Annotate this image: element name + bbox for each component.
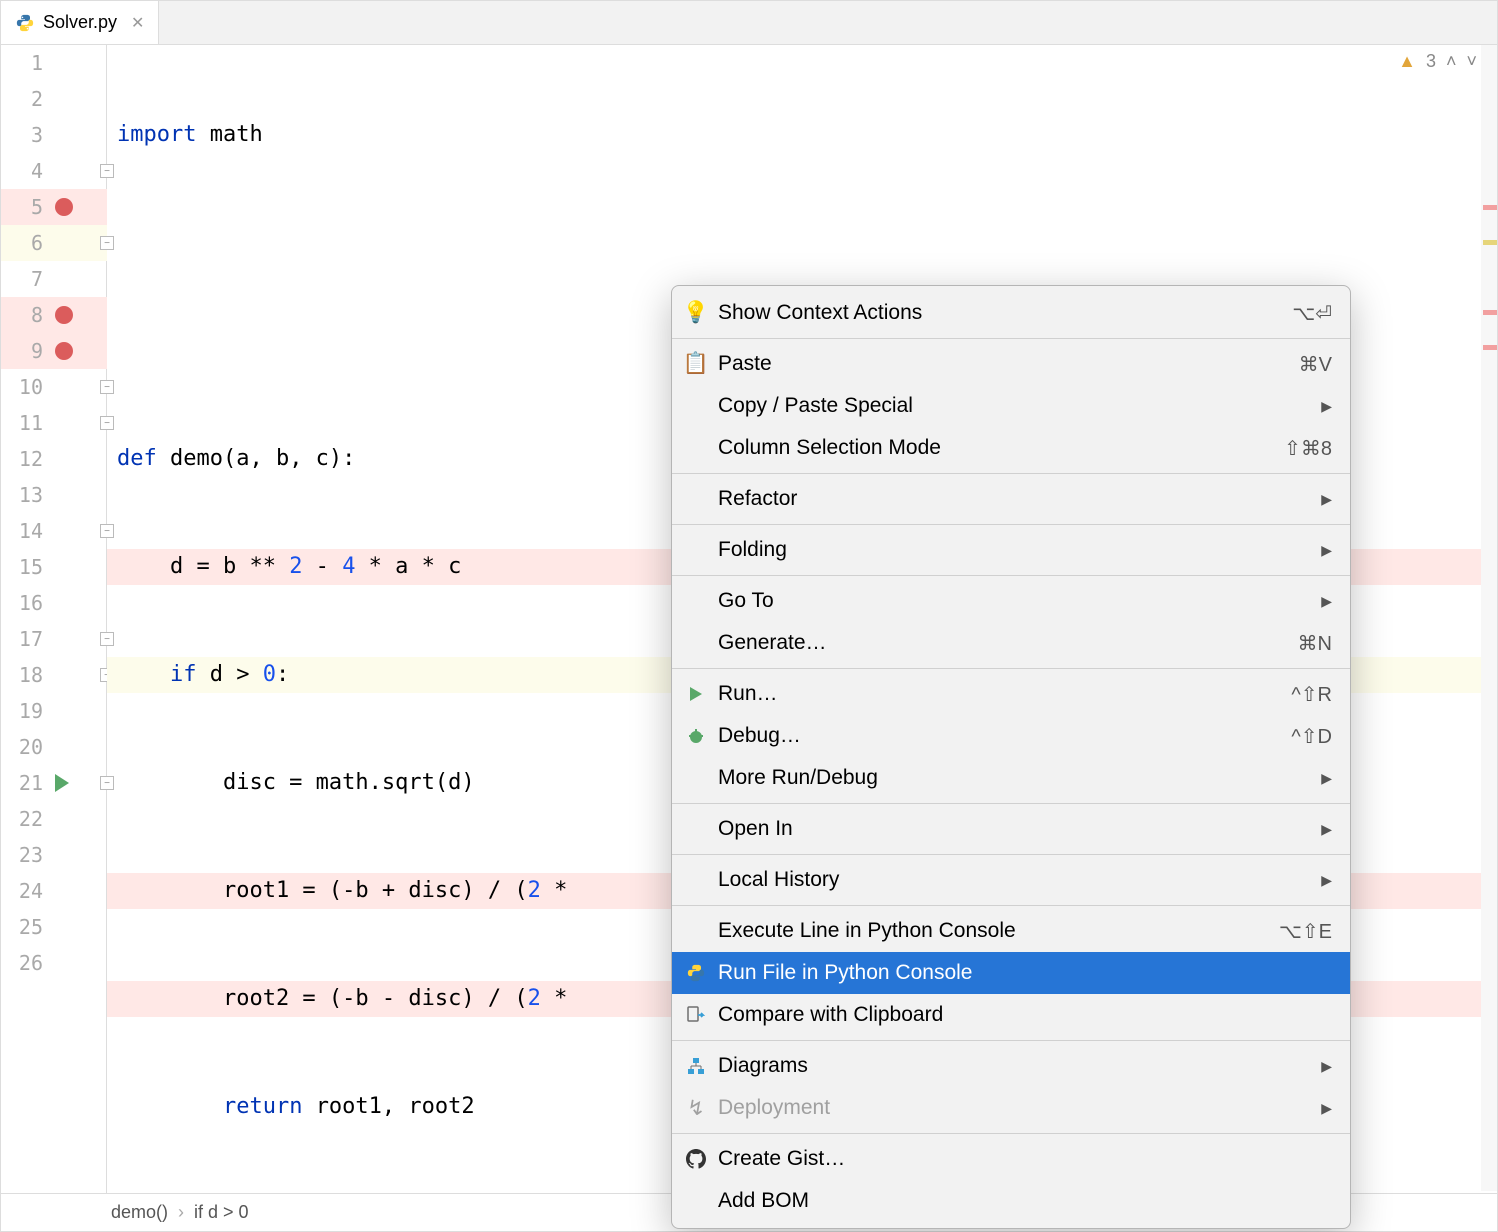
line-number: 1 [1, 51, 49, 75]
bulb-icon: 💡 [684, 301, 708, 325]
diff-icon [684, 1003, 708, 1027]
menu-column-selection[interactable]: Column Selection Mode ⇧⌘8 [672, 427, 1350, 469]
run-icon [684, 682, 708, 706]
menu-create-gist[interactable]: Create Gist… [672, 1138, 1350, 1180]
menu-separator [672, 854, 1350, 855]
menu-separator [672, 1040, 1350, 1041]
line-number: 18 [1, 663, 49, 687]
line-number: 11 [1, 411, 49, 435]
line-number: 6 [1, 231, 49, 255]
github-icon [684, 1147, 708, 1171]
scroll-error-mark[interactable] [1483, 345, 1497, 350]
menu-generate[interactable]: Generate… ⌘N [672, 622, 1350, 664]
line-number: 8 [1, 303, 49, 327]
menu-goto[interactable]: Go To ▶ [672, 580, 1350, 622]
line-number: 13 [1, 483, 49, 507]
line-number: 19 [1, 699, 49, 723]
line-number: 16 [1, 591, 49, 615]
scroll-error-mark[interactable] [1483, 310, 1497, 315]
chevron-up-icon[interactable]: ˄ [1446, 51, 1457, 72]
line-number: 12 [1, 447, 49, 471]
chevron-right-icon: › [178, 1202, 184, 1223]
submenu-arrow-icon: ▶ [1321, 398, 1332, 415]
submenu-arrow-icon: ▶ [1321, 542, 1332, 559]
menu-compare-clipboard[interactable]: Compare with Clipboard [672, 994, 1350, 1036]
scrollbar[interactable] [1481, 45, 1497, 1191]
python-file-icon [15, 13, 35, 33]
line-number: 5 [1, 195, 49, 219]
menu-open-in[interactable]: Open In ▶ [672, 808, 1350, 850]
line-number: 14 [1, 519, 49, 543]
line-number: 23 [1, 843, 49, 867]
menu-separator [672, 803, 1350, 804]
menu-separator [672, 668, 1350, 669]
breakpoint-icon[interactable] [55, 198, 73, 216]
line-number: 10 [1, 375, 49, 399]
menu-add-bom[interactable]: Add BOM [672, 1180, 1350, 1222]
menu-separator [672, 524, 1350, 525]
line-number: 21 [1, 771, 49, 795]
context-menu: 💡 Show Context Actions ⌥⏎ 📋 Paste ⌘V Cop… [671, 285, 1351, 1229]
scroll-error-mark[interactable] [1483, 205, 1497, 210]
menu-run[interactable]: Run… ^⇧R [672, 673, 1350, 715]
menu-separator [672, 473, 1350, 474]
line-number: 20 [1, 735, 49, 759]
deployment-icon: ↯ [684, 1096, 708, 1120]
menu-local-history[interactable]: Local History ▶ [672, 859, 1350, 901]
breakpoint-icon[interactable] [55, 342, 73, 360]
scroll-warning-mark[interactable] [1483, 240, 1497, 245]
line-number: 4 [1, 159, 49, 183]
menu-debug[interactable]: Debug… ^⇧D [672, 715, 1350, 757]
menu-execute-line[interactable]: Execute Line in Python Console ⌥⇧E [672, 910, 1350, 952]
line-number: 22 [1, 807, 49, 831]
submenu-arrow-icon: ▶ [1321, 491, 1332, 508]
run-gutter-icon[interactable] [55, 774, 69, 792]
submenu-arrow-icon: ▶ [1321, 821, 1332, 838]
chevron-down-icon[interactable]: ˅ [1466, 51, 1477, 72]
line-number: 26 [1, 951, 49, 975]
menu-paste[interactable]: 📋 Paste ⌘V [672, 343, 1350, 385]
gutter[interactable]: 1 2 3 4− 5 6− 7 8 9 10− 11− 12 13 14− 15… [1, 45, 107, 1193]
warning-icon: ▲ [1398, 51, 1416, 72]
submenu-arrow-icon: ▶ [1321, 1100, 1332, 1117]
clipboard-icon: 📋 [684, 352, 708, 376]
close-tab-icon[interactable]: ✕ [131, 13, 144, 33]
breadcrumb-item[interactable]: if d > 0 [194, 1202, 249, 1223]
submenu-arrow-icon: ▶ [1321, 872, 1332, 889]
breakpoint-icon[interactable] [55, 306, 73, 324]
submenu-arrow-icon: ▶ [1321, 770, 1332, 787]
editor-tab[interactable]: Solver.py ✕ [1, 1, 159, 44]
line-number: 3 [1, 123, 49, 147]
inspection-widget[interactable]: ▲ 3 ˄ ˅ [1398, 51, 1477, 72]
menu-separator [672, 575, 1350, 576]
menu-separator [672, 905, 1350, 906]
diagram-icon [684, 1054, 708, 1078]
menu-show-context-actions[interactable]: 💡 Show Context Actions ⌥⏎ [672, 292, 1350, 334]
menu-separator [672, 338, 1350, 339]
python-icon [684, 961, 708, 985]
menu-folding[interactable]: Folding ▶ [672, 529, 1350, 571]
submenu-arrow-icon: ▶ [1321, 593, 1332, 610]
tab-bar: Solver.py ✕ [1, 1, 1497, 45]
menu-deployment: ↯ Deployment ▶ [672, 1087, 1350, 1129]
menu-refactor[interactable]: Refactor ▶ [672, 478, 1350, 520]
menu-copy-paste-special[interactable]: Copy / Paste Special ▶ [672, 385, 1350, 427]
menu-more-run-debug[interactable]: More Run/Debug ▶ [672, 757, 1350, 799]
line-number: 17 [1, 627, 49, 651]
debug-icon [684, 724, 708, 748]
line-number: 2 [1, 87, 49, 111]
menu-separator [672, 1133, 1350, 1134]
line-number: 15 [1, 555, 49, 579]
menu-diagrams[interactable]: Diagrams ▶ [672, 1045, 1350, 1087]
breadcrumb-item[interactable]: demo() [111, 1202, 168, 1223]
menu-run-file-in-console[interactable]: Run File in Python Console [672, 952, 1350, 994]
line-number: 24 [1, 879, 49, 903]
line-number: 25 [1, 915, 49, 939]
warning-count: 3 [1426, 51, 1436, 72]
line-number: 7 [1, 267, 49, 291]
submenu-arrow-icon: ▶ [1321, 1058, 1332, 1075]
line-number: 9 [1, 339, 49, 363]
tab-filename: Solver.py [43, 12, 117, 33]
